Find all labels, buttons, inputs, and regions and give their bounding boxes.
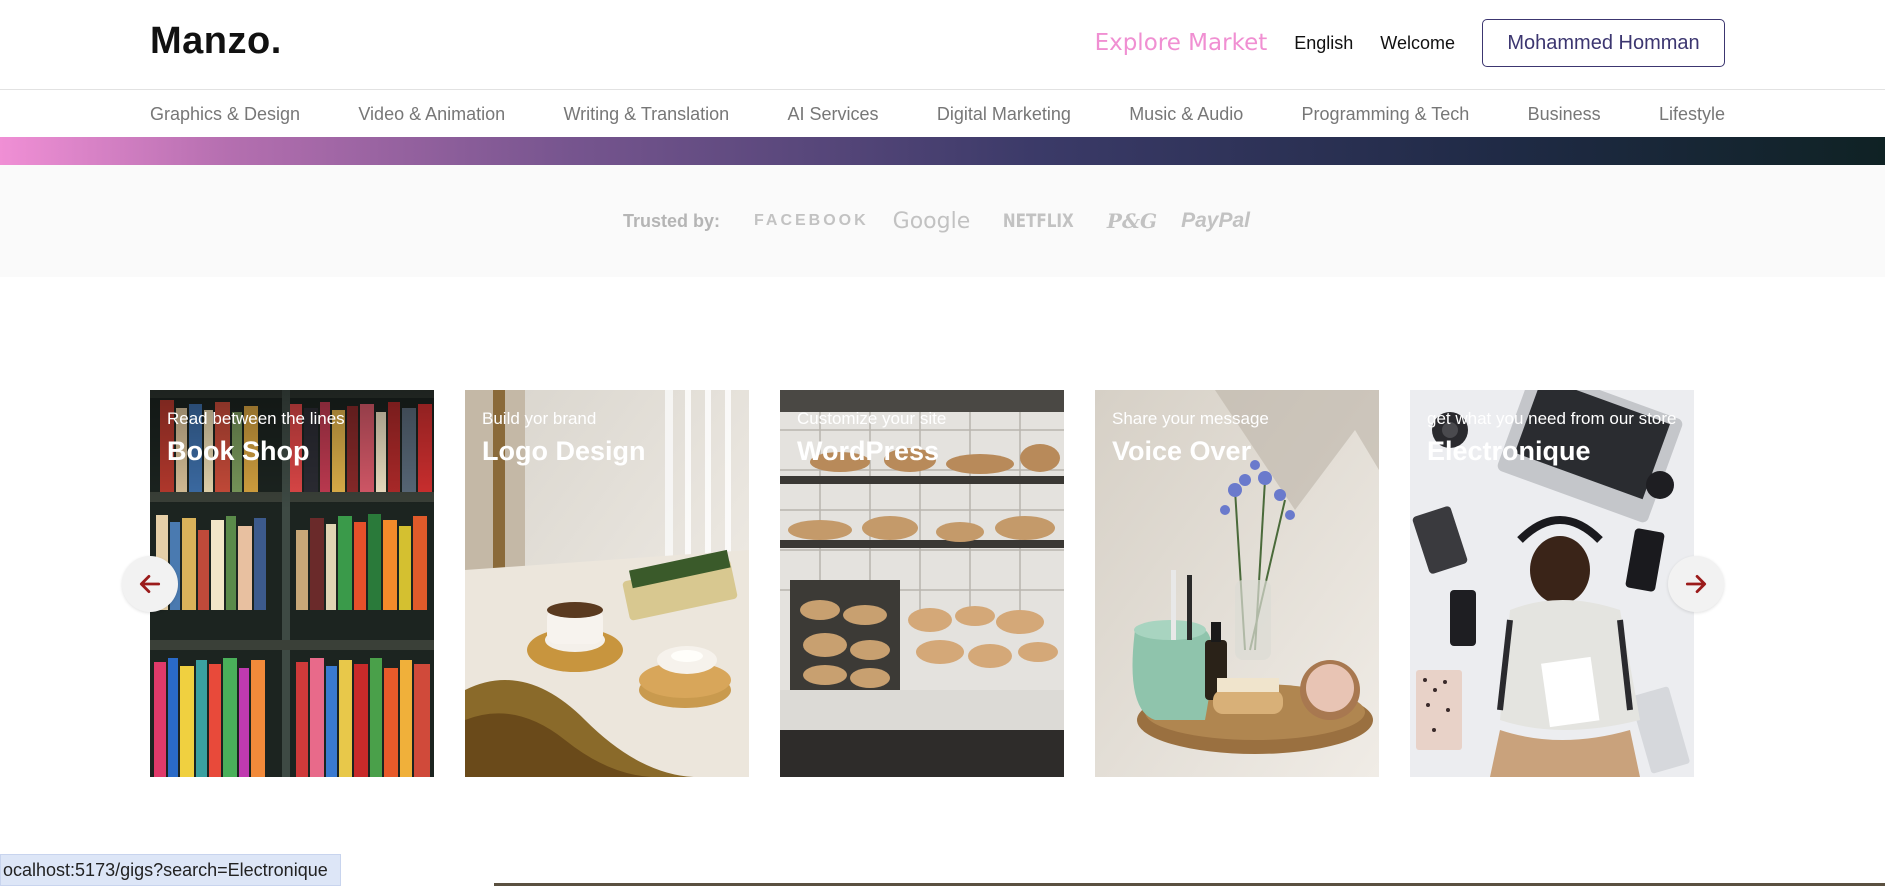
facebook-logo: FACEBOOK (754, 212, 869, 229)
category-video-animation[interactable]: Video & Animation (358, 104, 505, 125)
category-carousel: Read between the lines Book Shop Build y… (150, 390, 1695, 777)
welcome-link[interactable]: Welcome (1380, 33, 1455, 54)
card-description: Share your message (1112, 409, 1269, 428)
category-digital-marketing[interactable]: Digital Marketing (937, 104, 1071, 125)
trusted-by-label: Trusted by: (622, 210, 720, 231)
category-business[interactable]: Business (1528, 104, 1601, 125)
card-description: Read between the lines (167, 409, 345, 428)
card-voice-over[interactable]: Share your message Voice Over (1095, 390, 1379, 777)
google-logo: Google (892, 208, 971, 234)
arrow-right-icon (1685, 575, 1707, 593)
card-title: WordPress (797, 436, 940, 466)
browser-status-url: ocalhost:5173/gigs?search=Electronique (0, 854, 341, 886)
netflix-logo: NETFLIX (1003, 210, 1075, 232)
paypal-logo: PayPal (1181, 209, 1250, 232)
card-description: get what you need from our store (1427, 409, 1677, 428)
card-description: Build yor brand (482, 409, 597, 428)
card-title: Logo Design (482, 436, 646, 466)
header-links: Explore Market English Welcome Mohammed … (1095, 19, 1725, 67)
user-profile-button[interactable]: Mohammed Homman (1482, 19, 1725, 67)
arrow-left-icon (139, 575, 161, 593)
top-navbar: Manzo. Explore Market English Welcome Mo… (0, 0, 1885, 90)
card-electronique[interactable]: get what you need from our store Electro… (1410, 390, 1694, 777)
category-writing-translation[interactable]: Writing & Translation (563, 104, 729, 125)
language-link[interactable]: English (1294, 33, 1353, 54)
pg-logo: P&G (1106, 209, 1158, 233)
card-title: Electronique (1427, 436, 1591, 466)
card-wordpress[interactable]: Customize your site WordPress (780, 390, 1064, 777)
page: Manzo. Explore Market English Welcome Mo… (0, 0, 1885, 886)
carousel-next-button[interactable] (1668, 556, 1724, 612)
card-title: Book Shop (167, 436, 310, 466)
category-lifestyle[interactable]: Lifestyle (1659, 104, 1725, 125)
category-programming-tech[interactable]: Programming & Tech (1302, 104, 1470, 125)
gradient-banner (0, 137, 1885, 165)
carousel-prev-button[interactable] (122, 556, 178, 612)
trusted-by-bar: Trusted by: FACEBOOK Google NETFLIX P&G … (0, 165, 1885, 277)
card-description: Customize your site (797, 409, 947, 428)
card-logo-design[interactable]: Build yor brand Logo Design (465, 390, 749, 777)
category-music-audio[interactable]: Music & Audio (1129, 104, 1243, 125)
explore-market-link[interactable]: Explore Market (1095, 30, 1268, 56)
site-logo[interactable]: Manzo. (150, 20, 282, 63)
card-title: Voice Over (1112, 436, 1252, 466)
card-book-shop[interactable]: Read between the lines Book Shop (150, 390, 434, 777)
category-graphics-design[interactable]: Graphics & Design (150, 104, 300, 125)
category-menu: Graphics & Design Video & Animation Writ… (150, 91, 1725, 137)
category-ai-services[interactable]: AI Services (788, 104, 879, 125)
